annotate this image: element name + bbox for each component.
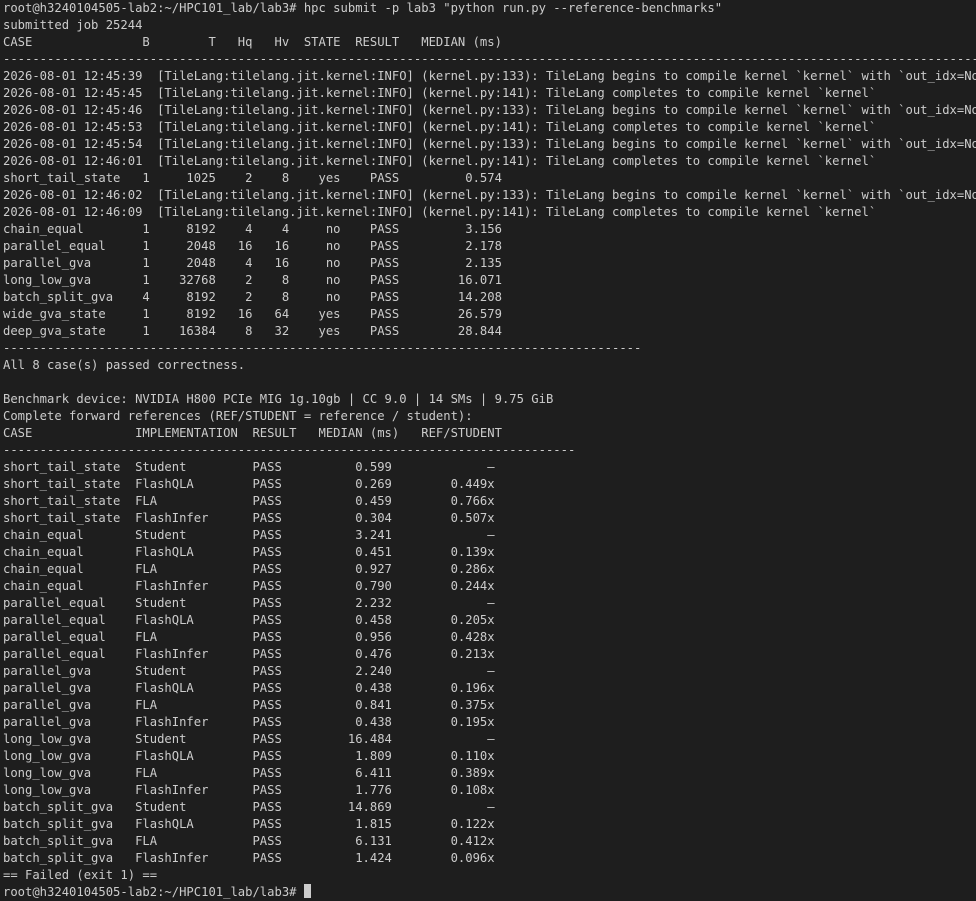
terminal-line: short_tail_state 1 1025 2 8 yes PASS 0.5… xyxy=(3,171,502,185)
terminal-line: parallel_equal FlashQLA PASS 0.458 0.205… xyxy=(3,613,495,627)
terminal-prompt-line[interactable]: root@h3240104505-lab2:~/HPC101_lab/lab3# xyxy=(3,884,976,901)
terminal-line: long_low_gva Student PASS 16.484 — xyxy=(3,732,495,746)
terminal-line: 2026-08-01 12:45:45 [TileLang:tilelang.j… xyxy=(3,86,877,100)
terminal-line: 2026-08-01 12:45:39 [TileLang:tilelang.j… xyxy=(3,69,976,83)
terminal-line: == Failed (exit 1) == xyxy=(3,868,158,882)
terminal-line: batch_split_gva FLA PASS 6.131 0.412x xyxy=(3,834,495,848)
terminal-line: chain_equal 1 8192 4 4 no PASS 3.156 xyxy=(3,222,502,236)
terminal-line: root@h3240104505-lab2:~/HPC101_lab/lab3#… xyxy=(3,1,723,15)
terminal-line: 2026-08-01 12:46:01 [TileLang:tilelang.j… xyxy=(3,154,877,168)
prompt-text: root@h3240104505-lab2:~/HPC101_lab/lab3# xyxy=(3,885,304,899)
terminal-line: chain_equal Student PASS 3.241 — xyxy=(3,528,495,542)
terminal-line: 2026-08-01 12:46:02 [TileLang:tilelang.j… xyxy=(3,188,976,202)
text-cursor xyxy=(303,884,311,898)
terminal-output: root@h3240104505-lab2:~/HPC101_lab/lab3#… xyxy=(3,0,976,884)
terminal-line: deep_gva_state 1 16384 8 32 yes PASS 28.… xyxy=(3,324,502,338)
terminal-line: short_tail_state FLA PASS 0.459 0.766x xyxy=(3,494,495,508)
terminal-line: parallel_gva 1 2048 4 16 no PASS 2.135 xyxy=(3,256,502,270)
terminal-line: All 8 case(s) passed correctness. xyxy=(3,358,246,372)
terminal-line: batch_split_gva FlashQLA PASS 1.815 0.12… xyxy=(3,817,495,831)
terminal-line: Benchmark device: NVIDIA H800 PCIe MIG 1… xyxy=(3,392,554,406)
terminal-line: ----------------------------------------… xyxy=(3,52,976,66)
terminal-line: ----------------------------------------… xyxy=(3,443,576,457)
terminal-line: parallel_equal Student PASS 2.232 — xyxy=(3,596,495,610)
terminal-line: parallel_equal FLA PASS 0.956 0.428x xyxy=(3,630,495,644)
terminal-line: parallel_gva FlashQLA PASS 0.438 0.196x xyxy=(3,681,495,695)
terminal-line: short_tail_state Student PASS 0.599 — xyxy=(3,460,495,474)
terminal-line: submitted job 25244 xyxy=(3,18,143,32)
terminal-line: parallel_gva Student PASS 2.240 — xyxy=(3,664,495,678)
terminal-line: batch_split_gva 4 8192 2 8 no PASS 14.20… xyxy=(3,290,502,304)
terminal-line: short_tail_state FlashInfer PASS 0.304 0… xyxy=(3,511,495,525)
terminal-line: chain_equal FLA PASS 0.927 0.286x xyxy=(3,562,495,576)
terminal-line: 2026-08-01 12:46:09 [TileLang:tilelang.j… xyxy=(3,205,877,219)
terminal-line: chain_equal FlashInfer PASS 0.790 0.244x xyxy=(3,579,495,593)
terminal-window[interactable]: root@h3240104505-lab2:~/HPC101_lab/lab3#… xyxy=(0,0,976,901)
terminal-line: chain_equal FlashQLA PASS 0.451 0.139x xyxy=(3,545,495,559)
terminal-line: CASE IMPLEMENTATION RESULT MEDIAN (ms) R… xyxy=(3,426,502,440)
terminal-line: long_low_gva FLA PASS 6.411 0.389x xyxy=(3,766,495,780)
terminal-line: 2026-08-01 12:45:54 [TileLang:tilelang.j… xyxy=(3,137,976,151)
terminal-line: CASE B T Hq Hv STATE RESULT MEDIAN (ms) xyxy=(3,35,502,49)
terminal-line: batch_split_gva FlashInfer PASS 1.424 0.… xyxy=(3,851,495,865)
terminal-line: wide_gva_state 1 8192 16 64 yes PASS 26.… xyxy=(3,307,502,321)
terminal-line: parallel_gva FlashInfer PASS 0.438 0.195… xyxy=(3,715,495,729)
terminal-line: Complete forward references (REF/STUDENT… xyxy=(3,409,473,423)
terminal-line: batch_split_gva Student PASS 14.869 — xyxy=(3,800,495,814)
terminal-line: long_low_gva 1 32768 2 8 no PASS 16.071 xyxy=(3,273,502,287)
terminal-line: 2026-08-01 12:45:53 [TileLang:tilelang.j… xyxy=(3,120,877,134)
terminal-line: long_low_gva FlashInfer PASS 1.776 0.108… xyxy=(3,783,495,797)
terminal-line: parallel_equal FlashInfer PASS 0.476 0.2… xyxy=(3,647,495,661)
terminal-line: short_tail_state FlashQLA PASS 0.269 0.4… xyxy=(3,477,495,491)
terminal-line: long_low_gva FlashQLA PASS 1.809 0.110x xyxy=(3,749,495,763)
terminal-line: ----------------------------------------… xyxy=(3,341,642,355)
terminal-line: 2026-08-01 12:45:46 [TileLang:tilelang.j… xyxy=(3,103,976,117)
terminal-line: parallel_gva FLA PASS 0.841 0.375x xyxy=(3,698,495,712)
terminal-line: parallel_equal 1 2048 16 16 no PASS 2.17… xyxy=(3,239,502,253)
